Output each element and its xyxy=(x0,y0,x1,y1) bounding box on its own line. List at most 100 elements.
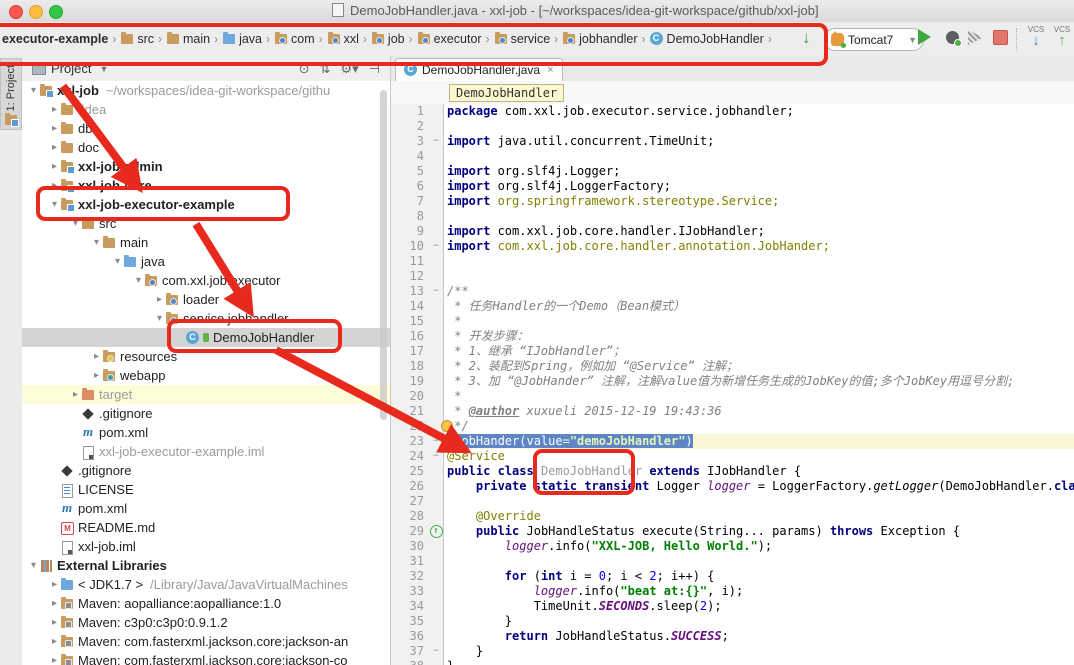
tree-item--idea[interactable]: ▸.idea xyxy=(22,100,390,119)
tree-toggle-icon[interactable]: ▸ xyxy=(49,617,60,628)
tree-toggle-icon[interactable]: ▾ xyxy=(112,256,123,267)
fold-marker-icon[interactable]: − xyxy=(428,434,444,449)
collapse-all-icon[interactable]: ⇅ xyxy=(320,61,331,77)
tree-item-main[interactable]: ▾main xyxy=(22,233,390,252)
project-tool-window-tab[interactable]: 1: Project xyxy=(0,58,22,130)
breadcrumb-item-java[interactable]: java xyxy=(222,32,262,46)
run-configuration-select[interactable]: Tomcat7 ▼ xyxy=(824,28,924,51)
locate-icon[interactable]: ⊙ xyxy=(299,61,310,77)
tree-item-xxl-job-iml[interactable]: xxl-job.iml xyxy=(22,537,390,556)
tree-toggle-icon[interactable]: ▸ xyxy=(91,370,102,381)
breadcrumb-item-executor-example[interactable]: executor-example xyxy=(2,32,108,46)
tree-item-external-libraries[interactable]: ▾External Libraries xyxy=(22,556,390,575)
tree-item-xxl-job-executor-example[interactable]: ▾xxl-job-executor-example xyxy=(22,195,390,214)
tree-toggle-icon[interactable]: ▾ xyxy=(133,275,144,286)
fold-marker-icon[interactable]: − xyxy=(428,134,444,149)
tree-item-maven-com-fasterxml-jackson-core-jackson-an[interactable]: ▸Maven: com.fasterxml.jackson.core:jacks… xyxy=(22,632,390,651)
zoom-window-button[interactable] xyxy=(49,5,63,19)
tree-item-db[interactable]: ▸db xyxy=(22,119,390,138)
tree-item-resources[interactable]: ▸resources xyxy=(22,347,390,366)
tree-toggle-icon[interactable]: ▸ xyxy=(70,389,81,400)
tree-toggle-icon[interactable]: ▾ xyxy=(28,560,39,571)
tree-item-xxl-job-admin[interactable]: ▸xxl-job-admin xyxy=(22,157,390,176)
tree-toggle-icon[interactable]: ▸ xyxy=(49,598,60,609)
breadcrumb-item-service[interactable]: service xyxy=(494,32,551,46)
tree-item-com-xxl-job-executor[interactable]: ▾com.xxl.job.executor xyxy=(22,271,390,290)
tree-toggle-icon[interactable]: ▸ xyxy=(49,123,60,134)
breadcrumb-item-com[interactable]: com xyxy=(274,32,315,46)
tree-toggle-icon[interactable]: ▸ xyxy=(49,104,60,115)
tree-item-src[interactable]: ▾src xyxy=(22,214,390,233)
close-window-button[interactable] xyxy=(9,5,23,19)
tree-item--gitignore[interactable]: .gitignore xyxy=(22,461,390,480)
code-line-15: 15 * xyxy=(391,314,1074,329)
tree-toggle-icon[interactable]: ▸ xyxy=(49,180,60,191)
tree-item-java[interactable]: ▾java xyxy=(22,252,390,271)
tree-item--jdk1-7-[interactable]: ▸< JDK1.7 >/Library/Java/JavaVirtualMach… xyxy=(22,575,390,594)
tree-item-xxl-job-core[interactable]: ▸xxl-job-core xyxy=(22,176,390,195)
tree-item-pom-xml[interactable]: pom.xml xyxy=(22,499,390,518)
tree-item-license[interactable]: LICENSE xyxy=(22,480,390,499)
chevron-down-icon[interactable]: ▼ xyxy=(99,64,108,74)
tree-toggle-icon[interactable]: ▸ xyxy=(49,636,60,647)
tree-toggle-icon[interactable]: ▸ xyxy=(91,351,102,362)
idea-window: { "window": { "title": "DemoJobHandler.j… xyxy=(0,0,1074,665)
tree-toggle-icon[interactable]: ▸ xyxy=(49,161,60,172)
breadcrumb: executor-example›src›main›java›com›xxl›j… xyxy=(2,22,776,56)
tree-toggle-icon[interactable]: ▾ xyxy=(49,199,60,210)
breadcrumb-item-demojobhandler[interactable]: CDemoJobHandler xyxy=(650,32,764,46)
tree-toggle-icon[interactable]: ▸ xyxy=(49,142,60,153)
run-button[interactable] xyxy=(918,29,931,45)
settings-icon[interactable]: ⚙▾ xyxy=(340,61,358,77)
breadcrumb-item-xxl[interactable]: xxl xyxy=(327,32,359,46)
breadcrumb-item-executor[interactable]: executor xyxy=(417,32,482,46)
coverage-button[interactable] xyxy=(968,30,983,45)
tab-demojobhandler[interactable]: C DemoJobHandler.java × xyxy=(395,58,563,81)
tree-item-pom-xml[interactable]: pom.xml xyxy=(22,423,390,442)
tree-item-loader[interactable]: ▸loader xyxy=(22,290,390,309)
code-line-36: 36 return JobHandleStatus.SUCCESS; xyxy=(391,629,1074,644)
tree-item-maven-com-fasterxml-jackson-core-jackson-co[interactable]: ▸Maven: com.fasterxml.jackson.core:jacks… xyxy=(22,651,390,665)
override-method-icon[interactable]: ↑ xyxy=(430,525,443,538)
tree-toggle-icon[interactable]: ▸ xyxy=(49,655,60,665)
breadcrumb-item-main[interactable]: main xyxy=(166,32,210,46)
tree-item-xxl-job-executor-example-iml[interactable]: xxl-job-executor-example.iml xyxy=(22,442,390,461)
fold-marker-icon[interactable]: − xyxy=(428,644,444,659)
tree-toggle-icon[interactable]: ▸ xyxy=(49,579,60,590)
panel-icon xyxy=(32,62,46,75)
tree-toggle-icon[interactable]: ▾ xyxy=(154,313,165,324)
debug-button[interactable] xyxy=(946,31,959,44)
close-icon[interactable]: × xyxy=(547,64,553,76)
editor-breadcrumb-chip[interactable]: DemoJobHandler xyxy=(449,84,564,102)
vcs-commit-button[interactable]: VCS↑ xyxy=(1050,26,1074,48)
tree-item-doc[interactable]: ▸doc xyxy=(22,138,390,157)
navigate-down-icon[interactable]: ↓ xyxy=(802,28,811,48)
tree-item--gitignore[interactable]: .gitignore xyxy=(22,404,390,423)
tree-item-webapp[interactable]: ▸webapp xyxy=(22,366,390,385)
stop-button[interactable] xyxy=(993,30,1008,45)
tree-scrollbar[interactable] xyxy=(380,90,387,420)
tree-item-target[interactable]: ▸target xyxy=(22,385,390,404)
tree-item-service-jobhandler[interactable]: ▾service.jobhandler xyxy=(22,309,390,328)
tree-item-demojobhandler[interactable]: CDemoJobHandler xyxy=(22,328,390,347)
breadcrumb-item-jobhandler[interactable]: jobhandler xyxy=(562,32,637,46)
breadcrumb-item-src[interactable]: src xyxy=(120,32,154,46)
hide-panel-icon[interactable]: ⊣ xyxy=(369,61,380,77)
vcs-update-button[interactable]: VCS↓ xyxy=(1024,26,1048,48)
fold-marker-icon[interactable]: − xyxy=(428,239,444,254)
code-editor[interactable]: 1package com.xxl.job.executor.service.jo… xyxy=(391,104,1074,665)
fold-marker-icon[interactable]: − xyxy=(428,449,444,464)
minimize-window-button[interactable] xyxy=(29,5,43,19)
git-icon xyxy=(60,465,74,477)
tree-item-maven-aopalliance-aopalliance-1-0[interactable]: ▸Maven: aopalliance:aopalliance:1.0 xyxy=(22,594,390,613)
tree-item-xxl-job[interactable]: ▾xxl-job~/workspaces/idea-git-workspace/… xyxy=(22,81,390,100)
tree-item-maven-c3p0-c3p0-0-9-1-2[interactable]: ▸Maven: c3p0:c3p0:0.9.1.2 xyxy=(22,613,390,632)
breadcrumb-item-job[interactable]: job xyxy=(371,32,405,46)
tree-item-readme-md[interactable]: README.md xyxy=(22,518,390,537)
fold-marker-icon[interactable]: − xyxy=(428,284,444,299)
tree-toggle-icon[interactable]: ▾ xyxy=(91,237,102,248)
intention-bulb-icon[interactable] xyxy=(441,420,453,432)
tree-toggle-icon[interactable]: ▾ xyxy=(70,218,81,229)
tree-toggle-icon[interactable]: ▸ xyxy=(154,294,165,305)
tree-toggle-icon[interactable]: ▾ xyxy=(28,85,39,96)
